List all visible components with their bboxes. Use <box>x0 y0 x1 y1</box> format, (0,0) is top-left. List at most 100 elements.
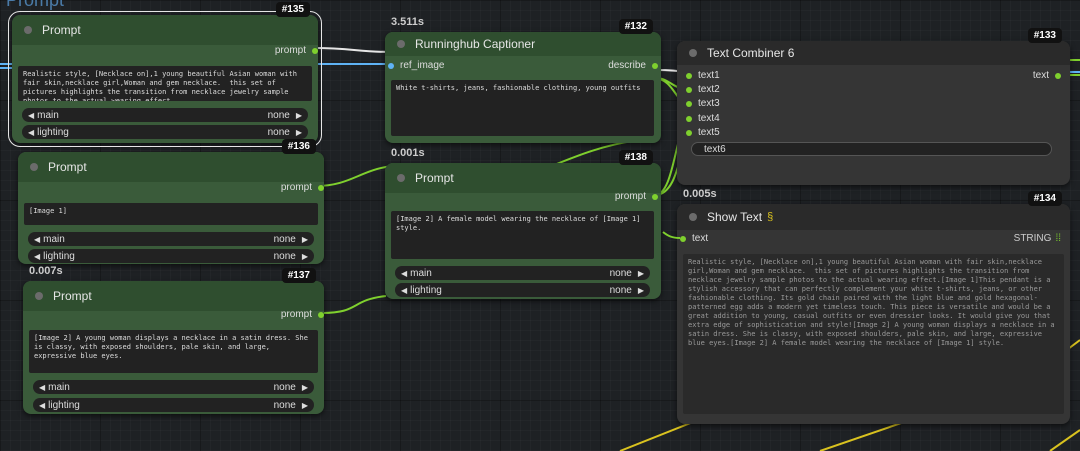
arrow-right-icon[interactable]: ▶ <box>638 286 644 295</box>
node-id-badge: #133 <box>1027 28 1062 43</box>
input-port-icon[interactable] <box>686 129 692 136</box>
node-title[interactable]: Show Text § <box>677 204 1070 230</box>
output-port-icon[interactable] <box>318 311 324 318</box>
prompt-node-136[interactable]: #136 Prompt prompt [Image 1] ◀ main none ▶ … <box>18 139 324 264</box>
combo-label: main <box>410 267 432 279</box>
output-text-display: Realistic style, [Necklace on],1 young b… <box>683 254 1064 414</box>
node-id-badge: #136 <box>281 139 316 154</box>
captioner-node-132[interactable]: 3.511s #132 Runninghub Captioner ref_ima… <box>385 16 661 143</box>
output-text[interactable]: text <box>1033 70 1061 81</box>
arrow-right-icon[interactable]: ▶ <box>302 383 308 392</box>
arrow-right-icon[interactable]: ▶ <box>302 401 308 410</box>
prompt-textarea[interactable]: [Image 2] A young woman displays a neckl… <box>29 330 318 373</box>
prompt-textarea[interactable]: Realistic style, [Necklace on],1 young b… <box>18 66 312 101</box>
arrow-left-icon[interactable]: ◀ <box>34 252 40 261</box>
combo-value: none <box>267 109 290 121</box>
node-title[interactable]: Prompt <box>385 163 661 193</box>
node-id-badge: #137 <box>281 268 316 283</box>
output-prompt[interactable]: prompt <box>281 182 324 193</box>
input-port-icon[interactable] <box>686 115 692 122</box>
input-label: text <box>692 233 709 244</box>
input-text1[interactable]: text1 <box>686 70 720 81</box>
text6-field[interactable]: text6 <box>691 142 1052 156</box>
node-title-text: Prompt <box>415 171 454 185</box>
main-combo[interactable]: ◀ main none ▶ <box>395 266 650 280</box>
combo-value: none <box>609 284 632 296</box>
node-title[interactable]: Prompt <box>18 152 324 182</box>
node-title-text: Runninghub Captioner <box>415 37 536 51</box>
collapse-dot-icon[interactable] <box>689 213 697 221</box>
output-prompt[interactable]: prompt <box>615 191 658 202</box>
input-port-icon[interactable] <box>680 235 686 242</box>
input-port-icon[interactable] <box>686 72 692 79</box>
wire-yellow <box>819 419 911 451</box>
output-port-icon[interactable] <box>652 193 658 200</box>
combo-value: none <box>273 381 296 393</box>
collapse-dot-icon[interactable] <box>35 292 43 300</box>
output-prompt[interactable]: prompt <box>275 45 318 56</box>
main-combo[interactable]: ◀ main none ▶ <box>22 108 308 122</box>
output-port-icon[interactable] <box>318 184 324 191</box>
input-text2[interactable]: text2 <box>686 84 720 95</box>
arrow-left-icon[interactable]: ◀ <box>28 128 34 137</box>
node-title-text: Prompt <box>42 23 81 37</box>
arrow-right-icon[interactable]: ▶ <box>296 128 302 137</box>
arrow-right-icon[interactable]: ▶ <box>638 269 644 278</box>
wire-yellow <box>1049 429 1080 451</box>
arrow-left-icon[interactable]: ◀ <box>39 383 45 392</box>
wire-white <box>313 47 393 53</box>
input-port-icon[interactable] <box>686 86 692 93</box>
output-label: text <box>1032 70 1049 81</box>
text-combiner-node-133[interactable]: #133 Text Combiner 6 text1 text2 text3 t… <box>677 28 1070 185</box>
output-prompt[interactable]: prompt <box>281 309 324 320</box>
main-combo[interactable]: ◀ main none ▶ <box>28 232 314 246</box>
arrow-right-icon[interactable]: ▶ <box>296 111 302 120</box>
input-text[interactable]: text <box>680 233 708 244</box>
collapse-dot-icon[interactable] <box>397 174 405 182</box>
arrow-right-icon[interactable]: ▶ <box>302 252 308 261</box>
input-text5[interactable]: text5 <box>686 127 720 138</box>
arrow-right-icon[interactable]: ▶ <box>302 235 308 244</box>
collapse-dot-icon[interactable] <box>689 49 697 57</box>
output-label: prompt <box>274 45 306 56</box>
lighting-combo[interactable]: ◀ lighting none ▶ <box>22 125 308 139</box>
lighting-combo[interactable]: ◀ lighting none ▶ <box>395 283 650 297</box>
output-port-icon[interactable] <box>312 47 318 54</box>
prompt-node-137[interactable]: 0.007s #137 Prompt prompt [Image 2] A yo… <box>23 265 324 414</box>
arrow-left-icon[interactable]: ◀ <box>34 235 40 244</box>
lighting-combo[interactable]: ◀ lighting none ▶ <box>33 398 314 412</box>
node-title[interactable]: Runninghub Captioner <box>385 32 661 56</box>
lighting-combo[interactable]: ◀ lighting none ▶ <box>28 249 314 263</box>
node-title[interactable]: Prompt <box>12 15 318 45</box>
collapse-dot-icon[interactable] <box>30 163 38 171</box>
prompt-textarea[interactable]: [Image 1] <box>24 203 318 225</box>
arrow-left-icon[interactable]: ◀ <box>401 286 407 295</box>
list-grid-icon[interactable]: ⁞⁞ <box>1055 233 1061 244</box>
prompt-node-138[interactable]: 0.001s #138 Prompt prompt [Image 2] A fe… <box>385 147 661 299</box>
input-text4[interactable]: text4 <box>686 113 720 124</box>
arrow-left-icon[interactable]: ◀ <box>28 111 34 120</box>
combo-label: main <box>43 233 65 245</box>
input-port-icon[interactable] <box>686 100 692 107</box>
combo-label: main <box>37 109 59 121</box>
arrow-left-icon[interactable]: ◀ <box>401 269 407 278</box>
show-text-node-134[interactable]: 0.005s #134 Show Text § text STRING ⁞⁞ Rea… <box>677 188 1070 424</box>
arrow-left-icon[interactable]: ◀ <box>39 401 45 410</box>
node-title[interactable]: Text Combiner 6 <box>677 41 1070 65</box>
output-describe[interactable]: describe <box>608 60 658 71</box>
input-port-icon[interactable] <box>388 62 394 69</box>
collapse-dot-icon[interactable] <box>397 40 405 48</box>
prompt-node-135[interactable]: #135 Prompt prompt Realistic style, [Nec… <box>8 2 322 147</box>
output-port-icon[interactable] <box>652 62 658 69</box>
caption-textarea[interactable]: White t-shirts, jeans, fashionable cloth… <box>391 80 654 136</box>
main-combo[interactable]: ◀ main none ▶ <box>33 380 314 394</box>
input-ref-image[interactable]: ref_image <box>388 60 444 71</box>
execution-time: 0.005s <box>683 188 717 200</box>
snake-icon: § <box>767 211 774 223</box>
prompt-textarea[interactable]: [Image 2] A female model wearing the nec… <box>391 211 654 259</box>
output-string[interactable]: STRING ⁞⁞ <box>1014 233 1061 244</box>
output-port-icon[interactable] <box>1055 72 1061 79</box>
collapse-dot-icon[interactable] <box>24 26 32 34</box>
input-text3[interactable]: text3 <box>686 98 720 109</box>
node-title[interactable]: Prompt <box>23 281 324 311</box>
